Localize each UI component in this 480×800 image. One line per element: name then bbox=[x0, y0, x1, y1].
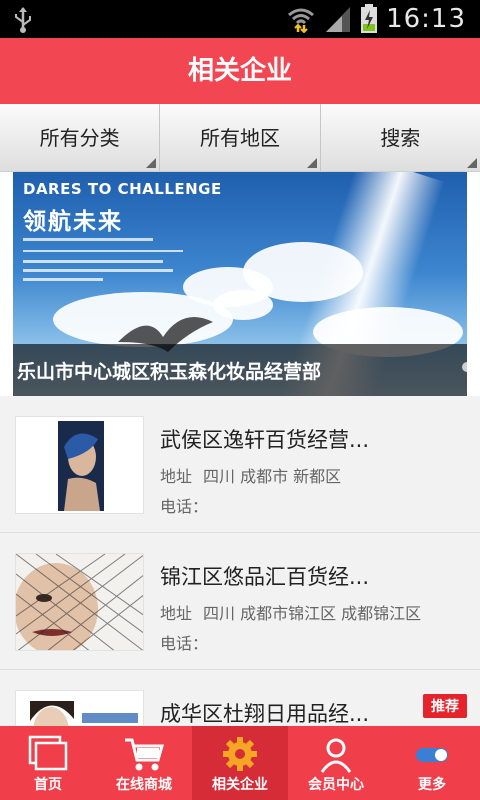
carousel-indicator[interactable] bbox=[462, 362, 467, 372]
nav-member-label: 会员中心 bbox=[308, 777, 364, 793]
phone-label: 电话： bbox=[160, 634, 209, 653]
filter-region-tab[interactable]: 所有地区 bbox=[160, 104, 321, 171]
nav-home[interactable]: 首页 bbox=[0, 726, 96, 800]
company-address: 四川 成都市锦江区 成都锦江区 bbox=[203, 604, 422, 623]
more-icon bbox=[416, 748, 448, 762]
filter-category-tab[interactable]: 所有分类 bbox=[0, 104, 161, 171]
bottom-nav: 首页 在线商城 相关企业 会员中心 更多 bbox=[0, 726, 480, 800]
cart-icon bbox=[125, 738, 164, 771]
filter-region-label: 所有地区 bbox=[199, 126, 280, 150]
nav-companies[interactable]: 相关企业 bbox=[192, 726, 288, 800]
nav-mall[interactable]: 在线商城 bbox=[96, 726, 192, 800]
banner-text-line bbox=[23, 250, 183, 252]
app-header: 相关企业 bbox=[0, 38, 480, 104]
battery-charging-icon bbox=[361, 4, 378, 33]
recommended-badge: 推荐 bbox=[423, 694, 467, 718]
banner-text-line bbox=[23, 238, 153, 241]
nav-member[interactable]: 会员中心 bbox=[288, 726, 384, 800]
company-list: 武侯区逸轩百货经营... 地址 四川 成都市 新都区 电话： 锦江区悠品汇百货经… bbox=[0, 396, 480, 750]
pages-icon bbox=[28, 735, 68, 771]
nav-home-label: 首页 bbox=[34, 777, 62, 793]
phone-label: 电话： bbox=[160, 497, 209, 516]
nav-companies-label: 相关企业 bbox=[212, 777, 268, 793]
cloud bbox=[213, 290, 273, 320]
banner-slogan-cn: 领航未来 bbox=[23, 209, 123, 235]
list-item[interactable]: 锦江区悠品汇百货经... 地址 四川 成都市锦江区 成都锦江区 电话： bbox=[0, 533, 480, 670]
featured-banner[interactable]: DARES TO CHALLENGE 领航未来 乐山市中心城区积玉森化妆品经营部 bbox=[13, 172, 467, 396]
banner-slogan-en: DARES TO CHALLENGE bbox=[23, 180, 222, 198]
banner-text-line bbox=[23, 269, 173, 272]
banner-caption: 乐山市中心城区积玉森化妆品经营部 bbox=[17, 361, 322, 383]
dropdown-corner-icon bbox=[146, 158, 157, 168]
signal-icon bbox=[326, 7, 351, 32]
page-title: 相关企业 bbox=[187, 56, 292, 86]
address-label: 地址 bbox=[160, 604, 193, 623]
banner-text-line bbox=[23, 260, 163, 263]
nav-more-label: 更多 bbox=[418, 777, 446, 793]
company-name: 成华区杜翔日用品经... bbox=[160, 702, 370, 726]
address-label: 地址 bbox=[160, 467, 193, 486]
dropdown-corner-icon bbox=[466, 158, 477, 168]
nav-mall-label: 在线商城 bbox=[116, 777, 172, 793]
clock: 16:13 bbox=[386, 4, 466, 34]
usb-icon bbox=[15, 7, 31, 33]
filter-tabs: 所有分类 所有地区 搜索 bbox=[0, 104, 480, 172]
search-tab[interactable]: 搜索 bbox=[320, 104, 480, 171]
nav-more[interactable]: 更多 bbox=[384, 726, 480, 800]
gear-icon bbox=[223, 737, 257, 771]
dropdown-corner-icon bbox=[306, 158, 317, 168]
company-name: 锦江区悠品汇百货经... bbox=[160, 565, 370, 589]
filter-category-label: 所有分类 bbox=[39, 126, 120, 150]
banner-text-line bbox=[23, 278, 103, 281]
company-thumbnail bbox=[15, 553, 144, 651]
company-name: 武侯区逸轩百货经营... bbox=[160, 428, 370, 452]
list-item[interactable]: 武侯区逸轩百货经营... 地址 四川 成都市 新都区 电话： bbox=[0, 396, 480, 533]
search-label: 搜索 bbox=[380, 126, 421, 150]
status-bar: 16:13 bbox=[0, 0, 480, 38]
wifi-icon bbox=[288, 8, 315, 33]
company-thumbnail bbox=[15, 416, 144, 514]
company-address: 四川 成都市 新都区 bbox=[203, 467, 342, 486]
member-icon bbox=[320, 738, 352, 773]
